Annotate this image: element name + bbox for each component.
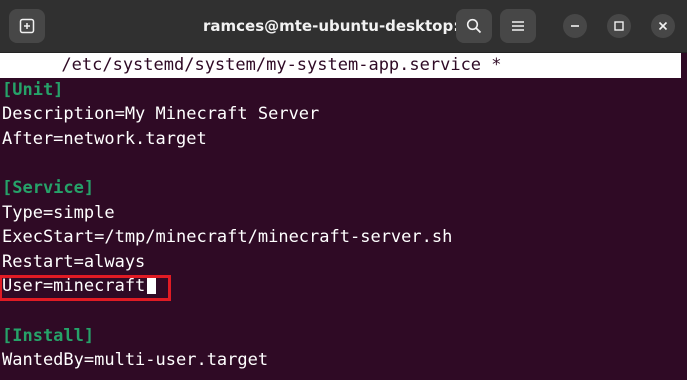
hamburger-menu-icon	[512, 21, 524, 31]
maximize-icon	[614, 21, 624, 31]
line-execstart: ExecStart=/tmp/minecraft/minecraft-serve…	[2, 227, 453, 248]
section-service: [Service]	[2, 177, 95, 198]
line-blank-2	[0, 299, 681, 324]
close-button[interactable]	[651, 14, 675, 38]
file-path-header: /etc/systemd/system/my-system-app.servic…	[0, 53, 681, 78]
line-wantedby: WantedBy=multi-user.target	[2, 350, 269, 371]
section-install: [Install]	[2, 325, 95, 346]
new-tab-icon	[19, 18, 35, 34]
search-button[interactable]	[456, 9, 492, 43]
search-icon	[466, 18, 482, 34]
line-type: Type=simple	[2, 202, 115, 223]
line-restart: Restart=always	[2, 251, 146, 272]
editor-content[interactable]: /etc/systemd/system/my-system-app.servic…	[0, 53, 681, 373]
section-unit: [Unit]	[2, 79, 64, 100]
highlight-annotation	[0, 275, 171, 301]
minimize-icon	[571, 25, 579, 27]
maximize-button[interactable]	[607, 14, 631, 38]
new-tab-button[interactable]	[9, 9, 45, 43]
scrollbar[interactable]	[681, 53, 687, 380]
minimize-button[interactable]	[563, 14, 587, 38]
title-bar[interactable]: ramces@mte-ubuntu-desktop: ~	[0, 0, 687, 53]
line-after: After=network.target	[2, 128, 207, 149]
close-icon	[658, 21, 668, 31]
line-blank	[0, 151, 681, 176]
terminal-window: ramces@mte-ubuntu-desktop: ~ /etc/system…	[0, 0, 687, 380]
line-description: Description=My Minecraft Server	[2, 104, 320, 125]
menu-button[interactable]	[500, 9, 536, 43]
